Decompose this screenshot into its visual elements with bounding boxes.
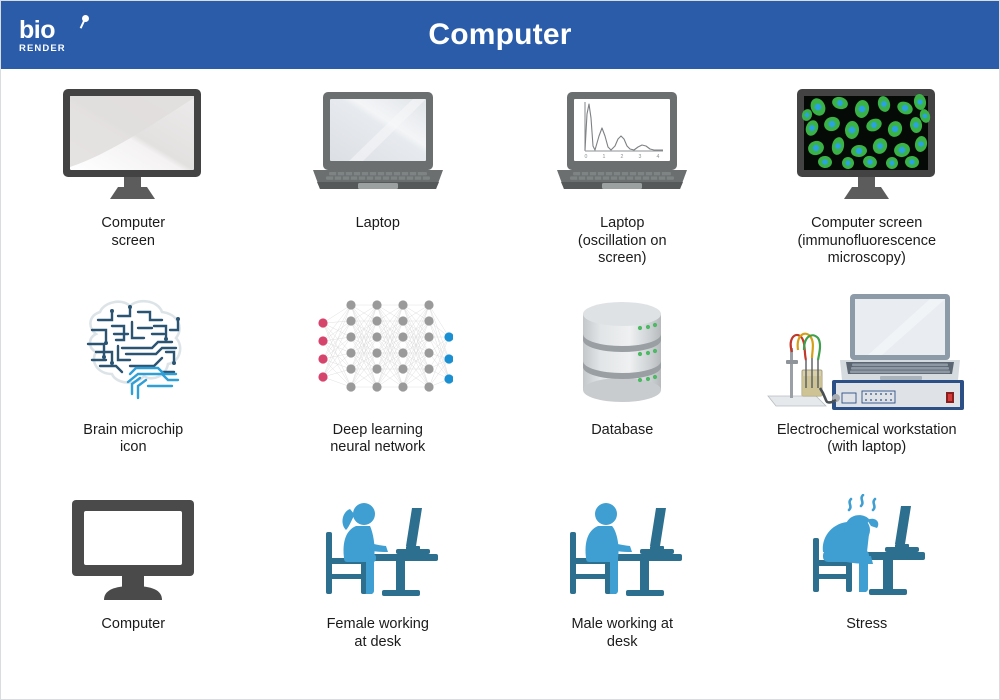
laptop-icon [303, 81, 453, 205]
svg-text:3: 3 [639, 154, 642, 160]
brain-circuit-icon [66, 288, 201, 412]
neural-node-l0-n3 [318, 372, 328, 382]
icon-caption: Stress [846, 616, 888, 633]
stressed-person-icon [801, 494, 933, 606]
neural-node-l1-n4 [346, 364, 356, 374]
neural-network-icon [303, 288, 453, 412]
neural-node-l3-n3 [398, 348, 408, 358]
neural-node-l4-n5 [424, 382, 434, 392]
neural-node-l4-n3 [424, 348, 434, 358]
icon-cell-brain-microchip[interactable]: Brain microchip icon [11, 282, 256, 489]
logo-wordmark-primary: bio [19, 15, 93, 44]
neural-node-l3-n1 [398, 316, 408, 326]
neural-node-l0-n1 [318, 336, 328, 346]
neural-node-l4-n2 [424, 332, 434, 342]
icon-caption: Brain microchip icon [83, 421, 184, 456]
icon-caption: Laptop [355, 215, 400, 231]
icon-caption: Database [591, 421, 654, 438]
neural-node-l2-n5 [372, 382, 382, 392]
neural-node-l1-n0 [346, 300, 356, 310]
svg-text:0: 0 [585, 154, 588, 160]
neural-node-l3-n2 [398, 332, 408, 342]
female-at-desk-icon [312, 494, 444, 606]
page-title: Computer [428, 18, 572, 51]
neural-node-l3-n5 [398, 382, 408, 392]
neural-node-l4-n0 [424, 300, 434, 310]
monitor-flat-icon [68, 494, 198, 606]
neural-node-l3-n4 [398, 364, 408, 374]
icon-grid: Computer screen Laptop 0 1 2 3 4 Laptop … [1, 69, 999, 699]
icon-caption: Female working at desk [326, 616, 429, 650]
icon-cell-computer-screen-immunofluorescence[interactable]: Computer screen (immunofluorescence micr… [745, 75, 990, 282]
logo-wordmark-secondary: RENDER [19, 43, 66, 54]
electrochemical-workstation-icon [762, 288, 972, 412]
icon-cell-laptop-oscillation[interactable]: 0 1 2 3 4 Laptop (oscillation on screen) [500, 75, 745, 282]
neural-node-l0-n2 [318, 354, 328, 364]
male-at-desk-icon [556, 494, 688, 606]
neural-node-l4-n4 [424, 364, 434, 374]
database-cylinder-icon [567, 288, 677, 412]
icon-caption: Deep learning neural network [330, 421, 426, 456]
neural-node-l2-n1 [372, 316, 382, 326]
neural-node-l1-n1 [346, 316, 356, 326]
logo-text-bio: bio [19, 16, 56, 44]
neural-node-l3-n0 [398, 300, 408, 310]
neural-node-l1-n3 [346, 348, 356, 358]
biorender-icon-sheet: bio RENDER Computer Computer screen Lapt… [0, 0, 1000, 700]
neural-node-l5-n0 [444, 332, 453, 342]
icon-caption: Computer screen [101, 215, 166, 249]
icon-cell-deep-learning[interactable]: Deep learning neural network [256, 282, 501, 489]
neural-node-l5-n1 [444, 354, 453, 364]
icon-caption: Electrochemical workstation (with laptop… [776, 421, 957, 456]
page-header: bio RENDER Computer [1, 1, 999, 69]
svg-text:1: 1 [603, 154, 606, 160]
icon-cell-female-working-at-desk[interactable]: Female working at desk [256, 488, 501, 695]
icon-caption: Laptop (oscillation on screen) [577, 215, 667, 266]
neural-node-l4-n1 [424, 316, 434, 326]
neural-node-l1-n5 [346, 382, 356, 392]
neural-node-l2-n0 [372, 300, 382, 310]
neural-node-l2-n4 [372, 364, 382, 374]
icon-cell-computer[interactable]: Computer [11, 488, 256, 695]
icon-caption: Computer [101, 616, 166, 633]
laptop-oscillation-icon: 0 1 2 3 4 [547, 81, 697, 205]
logo-node-dot-icon [82, 15, 89, 22]
svg-text:4: 4 [657, 154, 660, 160]
neural-node-l5-n2 [444, 374, 453, 384]
icon-cell-laptop[interactable]: Laptop [256, 75, 501, 282]
neural-node-l0-n0 [318, 318, 328, 328]
monitor-gradient-icon [58, 81, 208, 205]
icon-cell-male-working-at-desk[interactable]: Male working at desk [500, 488, 745, 695]
biorender-logo[interactable]: bio RENDER [19, 15, 93, 57]
icon-caption: Computer screen (immunofluorescence micr… [797, 215, 937, 266]
monitor-microscopy-icon [792, 81, 942, 205]
neural-node-l1-n2 [346, 332, 356, 342]
icon-cell-electrochemical-workstation[interactable]: Electrochemical workstation (with laptop… [745, 282, 990, 489]
svg-text:2: 2 [621, 154, 624, 160]
icon-caption: Male working at desk [571, 616, 674, 650]
neural-node-l2-n2 [372, 332, 382, 342]
icon-cell-computer-screen[interactable]: Computer screen [11, 75, 256, 282]
icon-cell-stress[interactable]: Stress [745, 488, 990, 695]
icon-cell-database[interactable]: Database [500, 282, 745, 489]
neural-node-l2-n3 [372, 348, 382, 358]
